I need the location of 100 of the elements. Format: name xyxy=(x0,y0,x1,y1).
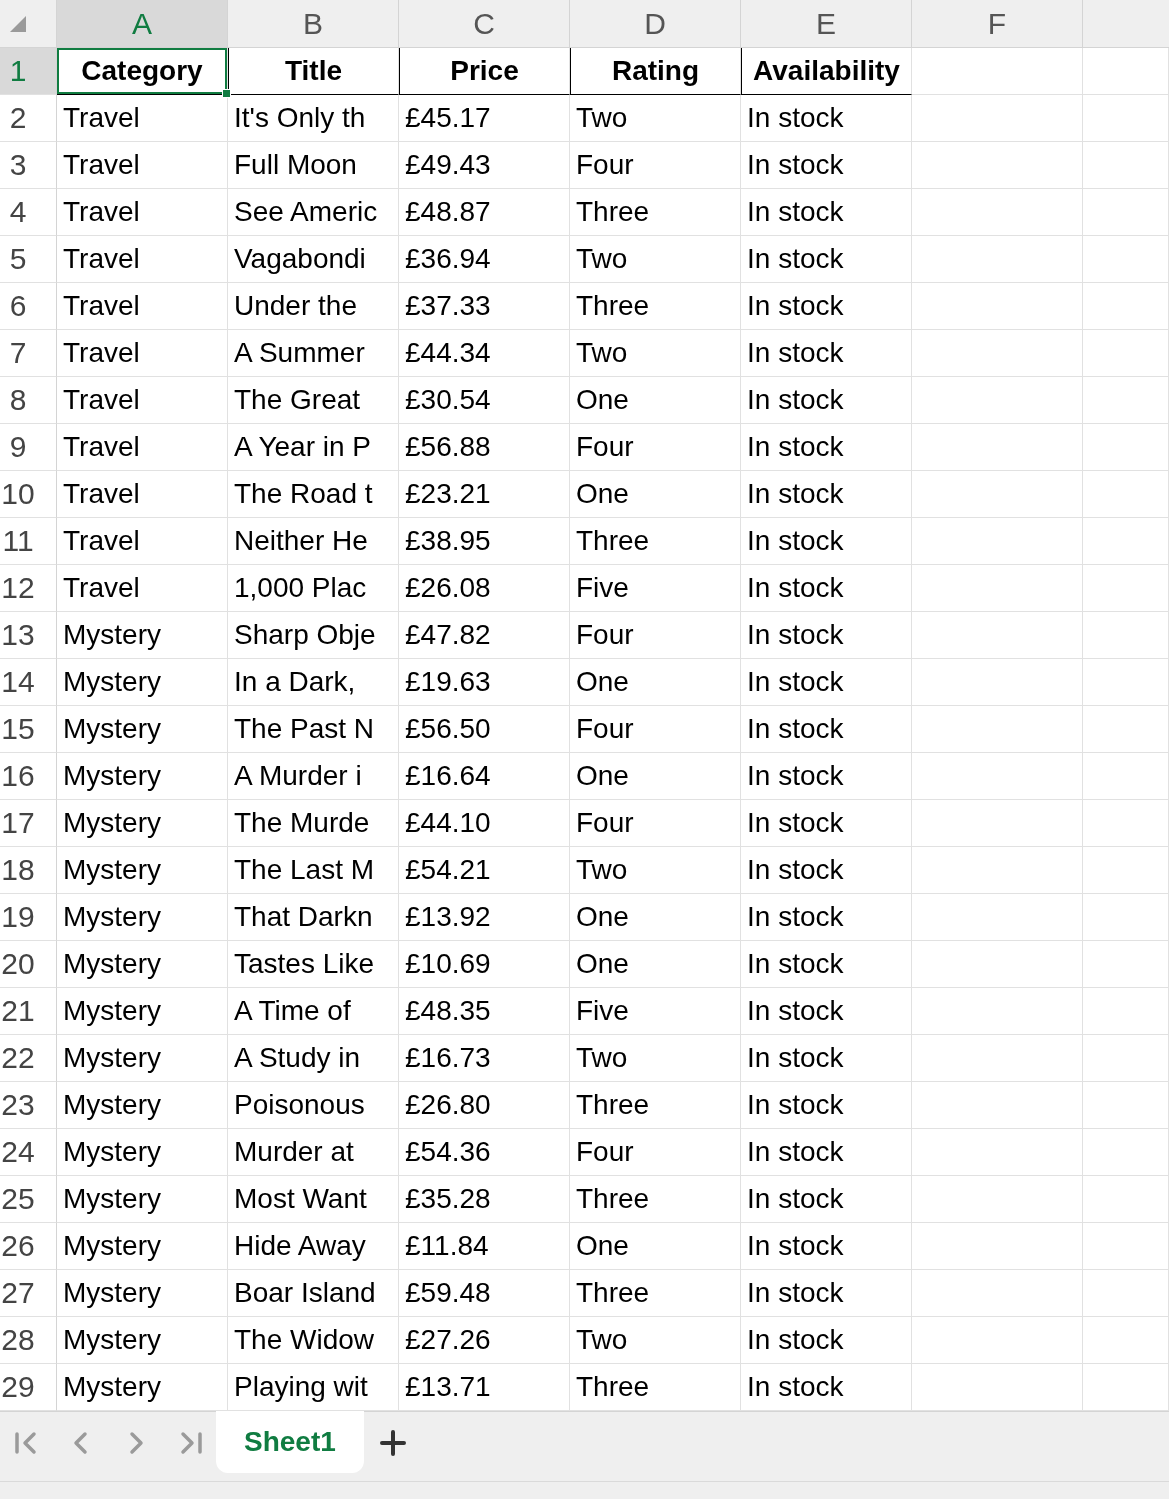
row-header[interactable]: 24 xyxy=(0,1129,57,1176)
table-cell: Three xyxy=(570,283,741,330)
row-header[interactable]: 26 xyxy=(0,1223,57,1270)
table-cell: Two xyxy=(570,95,741,142)
row-header[interactable]: 11 xyxy=(0,518,57,565)
column-header[interactable]: B xyxy=(228,0,399,48)
column-header[interactable]: E xyxy=(741,0,912,48)
table-cell: In stock xyxy=(741,330,912,377)
table-cell: In stock xyxy=(741,377,912,424)
table-cell: Murder at xyxy=(228,1129,399,1176)
table-cell: £19.63 xyxy=(399,659,570,706)
row-header[interactable]: 20 xyxy=(0,941,57,988)
corner-triangle-icon[interactable] xyxy=(10,15,26,32)
header-cell: Rating xyxy=(570,48,741,95)
table-cell: £44.34 xyxy=(399,330,570,377)
table-cell: One xyxy=(570,753,741,800)
sheet-tab[interactable]: Sheet1 xyxy=(216,1411,364,1473)
row-header[interactable]: 15 xyxy=(0,706,57,753)
table-cell: Two xyxy=(570,1317,741,1364)
row-header[interactable]: 6 xyxy=(0,283,57,330)
table-cell: Mystery xyxy=(57,800,228,847)
table-cell: Travel xyxy=(57,283,228,330)
column-header[interactable]: A xyxy=(57,0,228,48)
table-cell: Travel xyxy=(57,565,228,612)
table-cell: Under the xyxy=(228,283,399,330)
table-cell: Tastes Like xyxy=(228,941,399,988)
table-cell: Three xyxy=(570,1082,741,1129)
table-cell: One xyxy=(570,471,741,518)
row-header[interactable]: 3 xyxy=(0,142,57,189)
row-header[interactable]: 2 xyxy=(0,95,57,142)
table-cell: A Year in P xyxy=(228,424,399,471)
table-cell: In stock xyxy=(741,800,912,847)
table-cell: In stock xyxy=(741,189,912,236)
table-cell: In stock xyxy=(741,1223,912,1270)
table-cell: £59.48 xyxy=(399,1270,570,1317)
row-header[interactable]: 16 xyxy=(0,753,57,800)
table-cell: £10.69 xyxy=(399,941,570,988)
table-cell: £26.80 xyxy=(399,1082,570,1129)
row-header[interactable]: 25 xyxy=(0,1176,57,1223)
row-header[interactable]: 19 xyxy=(0,894,57,941)
row-header[interactable]: 1 xyxy=(0,48,57,95)
row-header[interactable]: 22 xyxy=(0,1035,57,1082)
table-cell: Travel xyxy=(57,424,228,471)
row-header[interactable]: 28 xyxy=(0,1317,57,1364)
table-cell: Mystery xyxy=(57,706,228,753)
row-header[interactable]: 5 xyxy=(0,236,57,283)
row-header[interactable]: 29 xyxy=(0,1364,57,1411)
table-cell: The Murde xyxy=(228,800,399,847)
table-cell: In stock xyxy=(741,612,912,659)
row-header[interactable]: 23 xyxy=(0,1082,57,1129)
table-cell: £26.08 xyxy=(399,565,570,612)
table-cell: In stock xyxy=(741,894,912,941)
table-cell: Three xyxy=(570,189,741,236)
table-cell: In a Dark, xyxy=(228,659,399,706)
table-cell: £23.21 xyxy=(399,471,570,518)
table-cell: Five xyxy=(570,565,741,612)
table-cell: Two xyxy=(570,236,741,283)
table-cell: A Murder i xyxy=(228,753,399,800)
column-header[interactable]: D xyxy=(570,0,741,48)
table-cell: Boar Island xyxy=(228,1270,399,1317)
fill-handle-icon[interactable] xyxy=(222,89,231,98)
table-cell: In stock xyxy=(741,518,912,565)
table-cell: In stock xyxy=(741,424,912,471)
row-header[interactable]: 17 xyxy=(0,800,57,847)
row-header[interactable]: 9 xyxy=(0,424,57,471)
row-header[interactable]: 12 xyxy=(0,565,57,612)
table-cell: In stock xyxy=(741,1317,912,1364)
table-cell: £13.92 xyxy=(399,894,570,941)
row-header[interactable]: 21 xyxy=(0,988,57,1035)
row-header[interactable]: 13 xyxy=(0,612,57,659)
row-header[interactable]: 18 xyxy=(0,847,57,894)
table-cell: A Summer xyxy=(228,330,399,377)
table-cell: In stock xyxy=(741,471,912,518)
table-cell: Mystery xyxy=(57,894,228,941)
table-cell: Mystery xyxy=(57,1082,228,1129)
table-cell: Mystery xyxy=(57,941,228,988)
table-cell: That Darkn xyxy=(228,894,399,941)
row-header[interactable]: 27 xyxy=(0,1270,57,1317)
column-header[interactable]: F xyxy=(912,0,1083,48)
row-header[interactable]: 10 xyxy=(0,471,57,518)
table-cell: £37.33 xyxy=(399,283,570,330)
table-cell: In stock xyxy=(741,659,912,706)
table-cell: In stock xyxy=(741,753,912,800)
row-header[interactable]: 14 xyxy=(0,659,57,706)
table-cell: In stock xyxy=(741,1082,912,1129)
table-cell: The Road t xyxy=(228,471,399,518)
table-cell: Most Want xyxy=(228,1176,399,1223)
table-cell: One xyxy=(570,377,741,424)
row-header[interactable]: 8 xyxy=(0,377,57,424)
table-cell: Two xyxy=(570,1035,741,1082)
table-cell: Travel xyxy=(57,518,228,565)
table-cell: Vagabondi xyxy=(228,236,399,283)
table-cell: Mystery xyxy=(57,847,228,894)
table-cell: The Last M xyxy=(228,847,399,894)
table-cell: Mystery xyxy=(57,1317,228,1364)
column-header[interactable] xyxy=(1083,0,1169,48)
column-header[interactable]: C xyxy=(399,0,570,48)
row-header[interactable]: 7 xyxy=(0,330,57,377)
table-cell: In stock xyxy=(741,1270,912,1317)
row-header[interactable]: 4 xyxy=(0,189,57,236)
